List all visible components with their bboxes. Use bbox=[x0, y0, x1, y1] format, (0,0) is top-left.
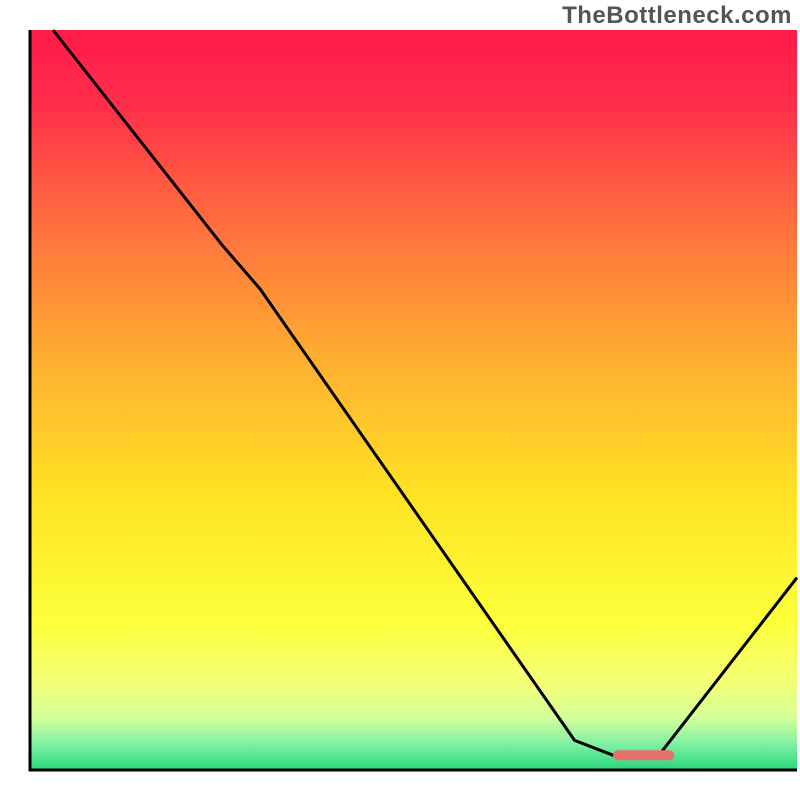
chart-svg bbox=[0, 0, 800, 800]
watermark-text: TheBottleneck.com bbox=[562, 2, 792, 30]
optimal-marker bbox=[613, 750, 674, 760]
plot-background bbox=[30, 30, 797, 770]
bottleneck-chart: TheBottleneck.com bbox=[0, 0, 800, 800]
